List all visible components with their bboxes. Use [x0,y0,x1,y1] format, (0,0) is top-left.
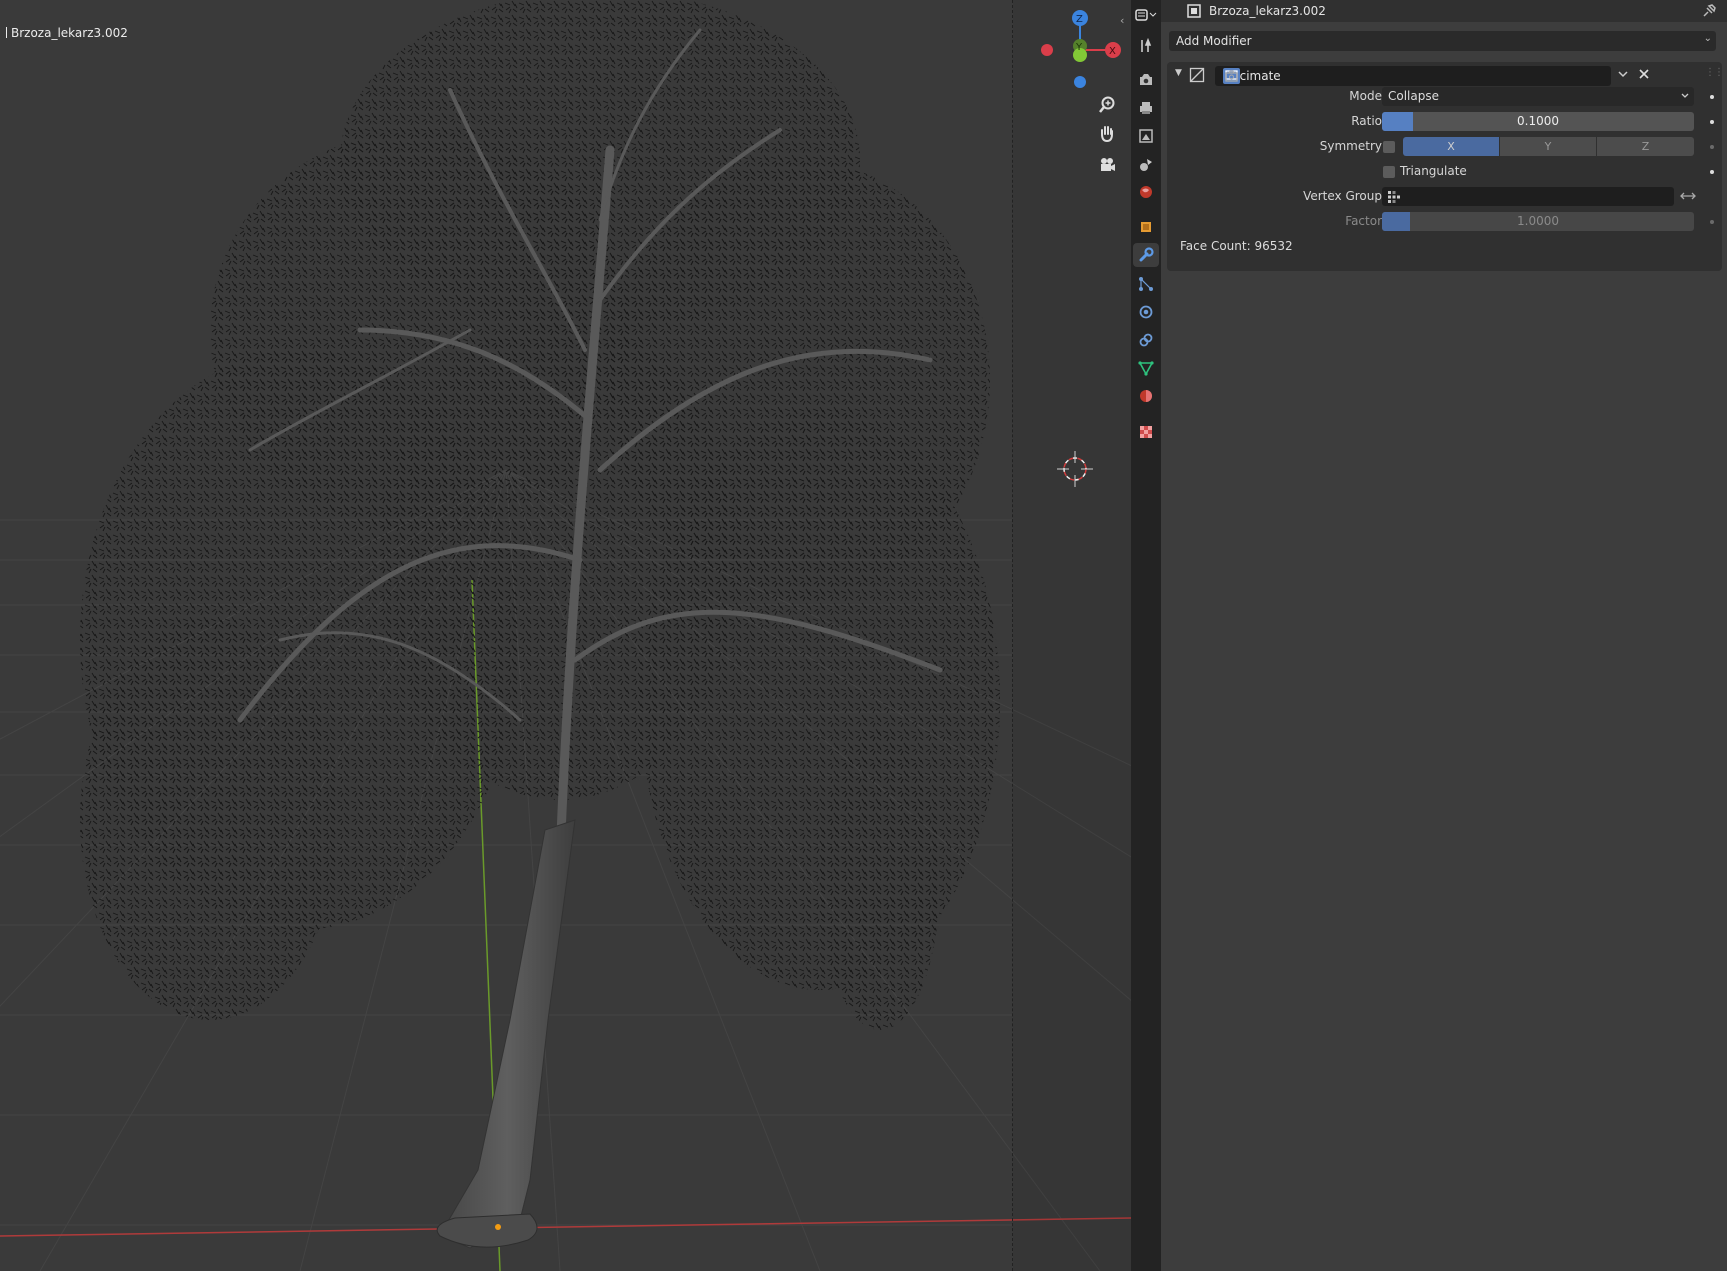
scene-canvas[interactable]: Z X Y [0,0,1131,1271]
symmetry-checkbox[interactable] [1383,141,1395,153]
editor-type-icon[interactable] [1132,3,1160,27]
tree-trunk [439,819,576,1249]
show-in-render-icon[interactable] [1223,68,1240,84]
modifier-menu-chevron-icon[interactable] [1616,67,1630,84]
viewport-object-label: Brzoza_lekarz3.002 [6,26,128,40]
mode-keyframe-dot[interactable] [1710,95,1714,99]
drag-handle-icon[interactable]: ⋮⋮ [1705,67,1724,78]
face-count-text: Face Count: 96532 [1180,239,1293,253]
data-icon[interactable] [1133,356,1159,380]
object-origin [495,1224,501,1230]
pan-hand-icon[interactable] [1094,121,1120,147]
physics-icon[interactable] [1133,300,1159,324]
symmetry-axis-group: X Y Z [1403,137,1694,156]
constraints-icon[interactable] [1133,328,1159,352]
object-type-icon [1187,4,1201,21]
invert-vertex-group-icon[interactable] [1679,189,1697,206]
vertex-group-field[interactable] [1382,187,1674,206]
chevron-down-icon: ⌄ [1703,33,1712,44]
viewport-region-divider [1012,0,1013,1271]
symmetry-axis-y[interactable]: Y [1500,137,1596,156]
symmetry-axis-z[interactable]: Z [1597,137,1694,156]
zoom-icon[interactable] [1094,92,1120,118]
object-icon[interactable] [1133,215,1159,239]
ratio-slider[interactable]: 0.1000 [1382,112,1694,131]
x-axis-line [0,1217,1131,1237]
factor-value: 1.0000 [1517,214,1559,228]
camera-view-icon[interactable] [1094,152,1120,178]
symmetry-label: Symmetry [1319,139,1382,153]
factor-slider[interactable]: 1.0000 [1382,212,1694,231]
properties-tabs [1131,0,1161,1271]
viewport-object-name: Brzoza_lekarz3.002 [11,26,128,40]
scene-icon[interactable] [1133,152,1159,176]
remove-modifier-close-icon[interactable] [1637,67,1651,84]
mode-dropdown[interactable]: Collapse [1382,87,1694,106]
decimate-modifier-icon [1189,67,1205,86]
triangulate-checkbox[interactable] [1383,166,1395,178]
properties-editor: Brzoza_lekarz3.002 Add Modifier ⌄ ▼ Deci… [1161,0,1727,1271]
mode-value: Collapse [1388,89,1439,103]
symmetry-axis-x-label: X [1447,140,1455,153]
symmetry-axis-z-label: Z [1641,140,1650,153]
symmetry-axis-x[interactable]: X [1403,137,1499,156]
tool-icon[interactable] [1133,34,1159,58]
ratio-label: Ratio [1351,114,1382,128]
factor-label: Factor [1345,214,1382,228]
material-icon[interactable] [1133,384,1159,408]
modifier-wrench-icon[interactable] [1133,243,1159,267]
texture-icon[interactable] [1133,420,1159,444]
pin-icon[interactable] [1703,3,1717,20]
ratio-value: 0.1000 [1517,114,1559,128]
ratio-keyframe-dot[interactable] [1710,120,1714,124]
properties-header: Brzoza_lekarz3.002 [1161,0,1727,22]
object-name: Brzoza_lekarz3.002 [1209,4,1326,18]
symmetry-keyframe-dot[interactable] [1710,145,1714,149]
factor-keyframe-dot[interactable] [1710,220,1714,224]
add-modifier-label: Add Modifier [1176,34,1252,48]
sidebar-toggle-chevron-icon[interactable]: ‹ [1120,14,1124,27]
collapse-arrow-icon[interactable]: ▼ [1175,68,1182,78]
mode-label: Mode [1349,89,1382,103]
world-icon[interactable] [1133,180,1159,204]
viewport-side-region [1013,0,1131,1271]
3d-viewport[interactable]: Z X Y Brzoza_lekarz3.002 ‹ [0,0,1131,1271]
decimate-modifier-panel: ▼ Decimate ⋮⋮ Mode Collapse Ratio 0.1000… [1167,62,1724,271]
vertex-group-label: Vertex Group [1303,189,1382,203]
triangulate-keyframe-dot[interactable] [1710,170,1714,174]
mode-chevron-down-icon [1679,88,1691,105]
symmetry-axis-y-label: Y [1544,140,1552,153]
output-icon[interactable] [1133,96,1159,120]
render-icon[interactable] [1133,68,1159,92]
add-modifier-dropdown[interactable]: Add Modifier ⌄ [1169,31,1716,51]
particles-icon[interactable] [1133,272,1159,296]
view-layer-icon[interactable] [1133,124,1159,148]
triangulate-label: Triangulate [1400,164,1467,178]
modifier-name-field[interactable]: Decimate [1215,66,1611,86]
vertex-group-icon [1387,190,1401,207]
